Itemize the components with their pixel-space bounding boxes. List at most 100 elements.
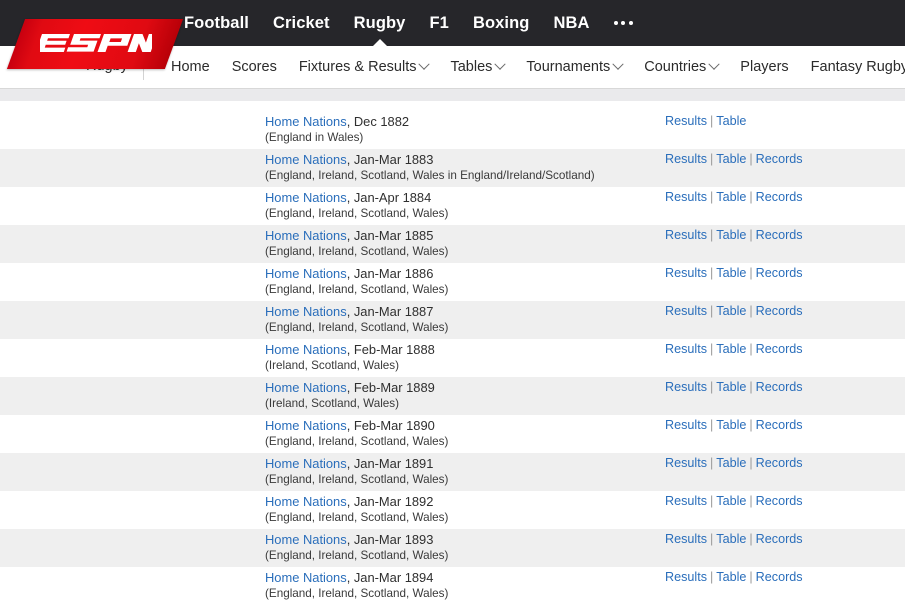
- link-separator: |: [710, 304, 714, 318]
- series-main: Home Nations, Jan-Mar 1894 (England, Irel…: [265, 570, 665, 601]
- series-dates: , Jan-Mar 1887: [346, 304, 434, 319]
- series-main: Home Nations, Jan-Mar 1885 (England, Irel…: [265, 228, 665, 259]
- series-name-link[interactable]: Home Nations: [265, 114, 347, 129]
- series-records-link[interactable]: Records: [756, 456, 803, 470]
- series-table-link[interactable]: Table: [716, 380, 746, 394]
- link-separator: |: [749, 494, 753, 508]
- series-main: Home Nations, Jan-Mar 1893 (England, Irel…: [265, 532, 665, 563]
- global-nav-rugby[interactable]: Rugby: [342, 0, 418, 46]
- series-links: Results | Table | Records: [665, 456, 803, 470]
- subnav-item-players[interactable]: Players: [729, 46, 799, 88]
- series-row: Home Nations, Feb-Mar 1889 (Ireland, Scot…: [0, 377, 905, 415]
- series-results-link[interactable]: Results: [665, 342, 707, 356]
- series-row: Home Nations, Feb-Mar 1888 (Ireland, Scot…: [0, 339, 905, 377]
- subnav-item-fixtures-results[interactable]: Fixtures & Results: [288, 46, 440, 88]
- series-name-link[interactable]: Home Nations: [265, 418, 347, 433]
- subnav-item-countries[interactable]: Countries: [633, 46, 729, 88]
- series-name-link[interactable]: Home Nations: [265, 304, 347, 319]
- link-separator: |: [710, 570, 714, 584]
- subnav-item-fantasy-rugby[interactable]: Fantasy Rugby: [800, 46, 905, 88]
- series-table-link[interactable]: Table: [716, 304, 746, 318]
- more-sports-button[interactable]: [602, 0, 645, 46]
- series-results-link[interactable]: Results: [665, 304, 707, 318]
- series-name-link[interactable]: Home Nations: [265, 190, 347, 205]
- series-table-link[interactable]: Table: [716, 456, 746, 470]
- series-records-link[interactable]: Records: [756, 342, 803, 356]
- series-teams: (England, Ireland, Scotland, Wales): [265, 321, 449, 335]
- series-records-link[interactable]: Records: [756, 570, 803, 584]
- series-row: Home Nations, Jan-Mar 1893 (England, Irel…: [0, 529, 905, 567]
- series-table-link[interactable]: Table: [716, 342, 746, 356]
- global-nav-nba[interactable]: NBA: [541, 0, 601, 46]
- series-results-link[interactable]: Results: [665, 532, 707, 546]
- series-results-link[interactable]: Results: [665, 380, 707, 394]
- series-records-link[interactable]: Records: [756, 380, 803, 394]
- global-nav-f1[interactable]: F1: [417, 0, 460, 46]
- series-name-link[interactable]: Home Nations: [265, 342, 347, 357]
- series-row: Home Nations, Jan-Mar 1885 (England, Irel…: [0, 225, 905, 263]
- series-results-link[interactable]: Results: [665, 456, 707, 470]
- global-nav-boxing[interactable]: Boxing: [461, 0, 542, 46]
- series-results-link[interactable]: Results: [665, 114, 707, 128]
- series-records-link[interactable]: Records: [756, 532, 803, 546]
- series-name-link[interactable]: Home Nations: [265, 152, 347, 167]
- series-title: Home Nations, Jan-Mar 1887: [265, 304, 665, 319]
- series-records-link[interactable]: Records: [756, 494, 803, 508]
- series-name-link[interactable]: Home Nations: [265, 494, 347, 509]
- series-main: Home Nations, Jan-Mar 1886 (England, Irel…: [265, 266, 665, 297]
- series-table-link[interactable]: Table: [716, 152, 746, 166]
- series-records-link[interactable]: Records: [756, 418, 803, 432]
- series-table-link[interactable]: Table: [716, 228, 746, 242]
- series-name-link[interactable]: Home Nations: [265, 570, 347, 585]
- series-results-link[interactable]: Results: [665, 152, 707, 166]
- series-links: Results | Table | Records: [665, 380, 803, 394]
- series-records-link[interactable]: Records: [756, 152, 803, 166]
- series-table-link[interactable]: Table: [716, 494, 746, 508]
- series-name-link[interactable]: Home Nations: [265, 456, 347, 471]
- series-main: Home Nations, Feb-Mar 1889 (Ireland, Scot…: [265, 380, 665, 411]
- series-main: Home Nations, Jan-Mar 1891 (England, Irel…: [265, 456, 665, 487]
- series-links: Results | Table | Records: [665, 342, 803, 356]
- series-main: Home Nations, Jan-Mar 1883 (England, Irel…: [265, 152, 665, 183]
- series-results-link[interactable]: Results: [665, 190, 707, 204]
- global-nav-cricket[interactable]: Cricket: [261, 0, 342, 46]
- link-separator: |: [749, 152, 753, 166]
- series-name-link[interactable]: Home Nations: [265, 532, 347, 547]
- subnav-item-tables[interactable]: Tables: [439, 46, 515, 88]
- espn-logo[interactable]: [6, 19, 184, 69]
- series-results-link[interactable]: Results: [665, 228, 707, 242]
- series-table-link[interactable]: Table: [716, 570, 746, 584]
- series-table-link[interactable]: Table: [716, 532, 746, 546]
- series-results-link[interactable]: Results: [665, 418, 707, 432]
- series-name-link[interactable]: Home Nations: [265, 380, 347, 395]
- series-title: Home Nations, Jan-Mar 1892: [265, 494, 665, 509]
- series-name-link[interactable]: Home Nations: [265, 228, 347, 243]
- series-links: Results | Table: [665, 114, 746, 128]
- series-table-link[interactable]: Table: [716, 114, 746, 128]
- subnav-item-tournaments[interactable]: Tournaments: [515, 46, 633, 88]
- section-separator-band: [0, 89, 905, 102]
- series-title: Home Nations, Feb-Mar 1889: [265, 380, 665, 395]
- chevron-down-icon: [418, 58, 431, 70]
- link-separator: |: [710, 228, 714, 242]
- global-nav-football[interactable]: Football: [172, 0, 261, 46]
- series-results-link[interactable]: Results: [665, 570, 707, 584]
- series-title: Home Nations, Jan-Mar 1885: [265, 228, 665, 243]
- series-records-link[interactable]: Records: [756, 228, 803, 242]
- series-dates: , Feb-Mar 1888: [346, 342, 435, 357]
- series-name-link[interactable]: Home Nations: [265, 266, 347, 281]
- series-results-link[interactable]: Results: [665, 494, 707, 508]
- series-row: Home Nations, Jan-Apr 1884 (England, Irel…: [0, 187, 905, 225]
- series-links: Results | Table | Records: [665, 570, 803, 584]
- series-records-link[interactable]: Records: [756, 266, 803, 280]
- series-records-link[interactable]: Records: [756, 190, 803, 204]
- link-separator: |: [749, 418, 753, 432]
- series-main: Home Nations, Jan-Apr 1884 (England, Irel…: [265, 190, 665, 221]
- series-table-link[interactable]: Table: [716, 418, 746, 432]
- series-table-link[interactable]: Table: [716, 266, 746, 280]
- series-title: Home Nations, Jan-Mar 1886: [265, 266, 665, 281]
- subnav-item-scores[interactable]: Scores: [221, 46, 288, 88]
- series-results-link[interactable]: Results: [665, 266, 707, 280]
- series-table-link[interactable]: Table: [716, 190, 746, 204]
- series-records-link[interactable]: Records: [756, 304, 803, 318]
